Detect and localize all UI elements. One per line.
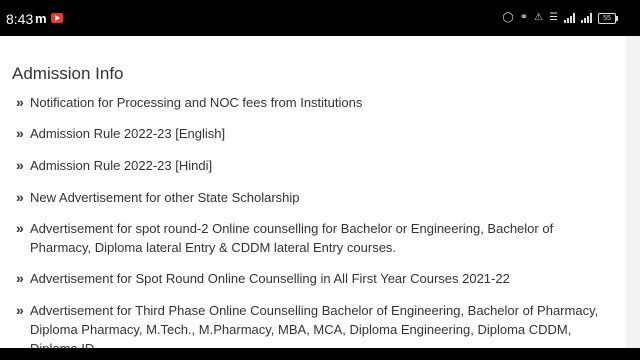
admission-link[interactable]: Admission Rule 2022-23 [Hindi] [30, 156, 606, 175]
double-chevron-icon: » [16, 302, 24, 318]
list-item: » Advertisement for spot round-2 Online … [16, 219, 606, 257]
status-icons: ◯ ⚭ ⚠ ☰ 55 [502, 12, 618, 24]
list-item: » Admission Rule 2022-23 [Hindi] [16, 156, 606, 175]
admission-link[interactable]: Advertisement for Third Phase Online Cou… [30, 301, 606, 348]
page-title: Admission Info [12, 64, 124, 83]
m-app-icon: m [35, 11, 47, 26]
list-item: » New Advertisement for other State Scho… [16, 188, 606, 207]
admission-link[interactable]: Advertisement for spot round-2 Online co… [30, 219, 606, 257]
admission-link[interactable]: Advertisement for Spot Round Online Coun… [30, 269, 606, 288]
list-item: » Admission Rule 2022-23 [English] [16, 124, 606, 143]
signal-icon [564, 13, 575, 23]
page-content[interactable]: Admission Info » Notification for Proces… [0, 36, 626, 348]
status-time: 8:43 [6, 11, 34, 27]
youtube-icon [51, 13, 63, 23]
double-chevron-icon: » [16, 94, 24, 110]
double-chevron-icon: » [16, 270, 24, 286]
headset-icon: ⚭ [519, 12, 529, 23]
list-item: » Advertisement for Third Phase Online C… [16, 301, 606, 348]
double-chevron-icon: » [16, 189, 24, 205]
signal-icon [581, 13, 592, 23]
volte-icon: ☰ [549, 12, 558, 23]
admission-link[interactable]: Notification for Processing and NOC fees… [30, 93, 606, 112]
list-item: » Notification for Processing and NOC fe… [16, 93, 606, 112]
battery-icon: 55 [598, 12, 618, 24]
double-chevron-icon: » [16, 220, 24, 236]
double-chevron-icon: » [16, 125, 24, 141]
double-chevron-icon: » [16, 157, 24, 173]
status-bar: 8:43 m ◯ ⚭ ⚠ ☰ 55 [0, 0, 640, 36]
navigation-bar [0, 348, 640, 360]
bell-off-icon: ⚠ [534, 12, 544, 23]
admission-link[interactable]: Admission Rule 2022-23 [English] [30, 124, 606, 143]
list-item: » Advertisement for Spot Round Online Co… [16, 269, 606, 288]
scrollbar[interactable] [626, 36, 640, 348]
admission-link[interactable]: New Advertisement for other State Schola… [30, 188, 606, 207]
drop-icon: ◯ [502, 12, 514, 23]
